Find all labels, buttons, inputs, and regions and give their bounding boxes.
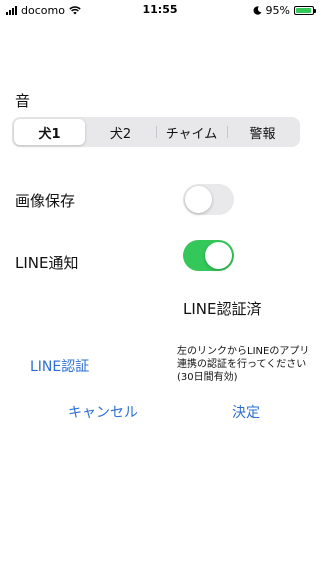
save-image-toggle[interactable] xyxy=(183,184,234,215)
cancel-button[interactable]: キャンセル xyxy=(68,402,138,422)
status-bar: docomo 11:55 95% xyxy=(0,0,320,20)
segment-dog2[interactable]: 犬2 xyxy=(85,119,156,145)
status-right: 95% xyxy=(253,3,316,17)
toggle-knob xyxy=(205,242,232,269)
line-auth-link[interactable]: LINE認証 xyxy=(30,356,89,376)
segment-alarm[interactable]: 警報 xyxy=(227,119,298,145)
toggle-knob xyxy=(185,186,212,213)
segment-chime[interactable]: チャイム xyxy=(156,119,227,145)
confirm-button[interactable]: 決定 xyxy=(232,402,260,422)
sound-label: 音 xyxy=(15,92,31,110)
moon-icon xyxy=(253,5,262,15)
line-notify-label: LINE通知 xyxy=(15,254,79,272)
segment-dog1[interactable]: 犬1 xyxy=(14,119,85,145)
battery-percent: 95% xyxy=(265,3,290,17)
save-image-label: 画像保存 xyxy=(15,192,76,210)
line-auth-instructions: 左のリンクからLINEのアプリ連携の認証を行ってください(30日間有効) xyxy=(177,346,310,383)
battery-charging-icon xyxy=(294,5,316,15)
line-auth-status: LINE認証済 xyxy=(183,300,262,318)
line-notify-toggle[interactable] xyxy=(183,240,234,271)
sound-segmented-control[interactable]: 犬1 犬2 チャイム 警報 xyxy=(12,117,300,147)
